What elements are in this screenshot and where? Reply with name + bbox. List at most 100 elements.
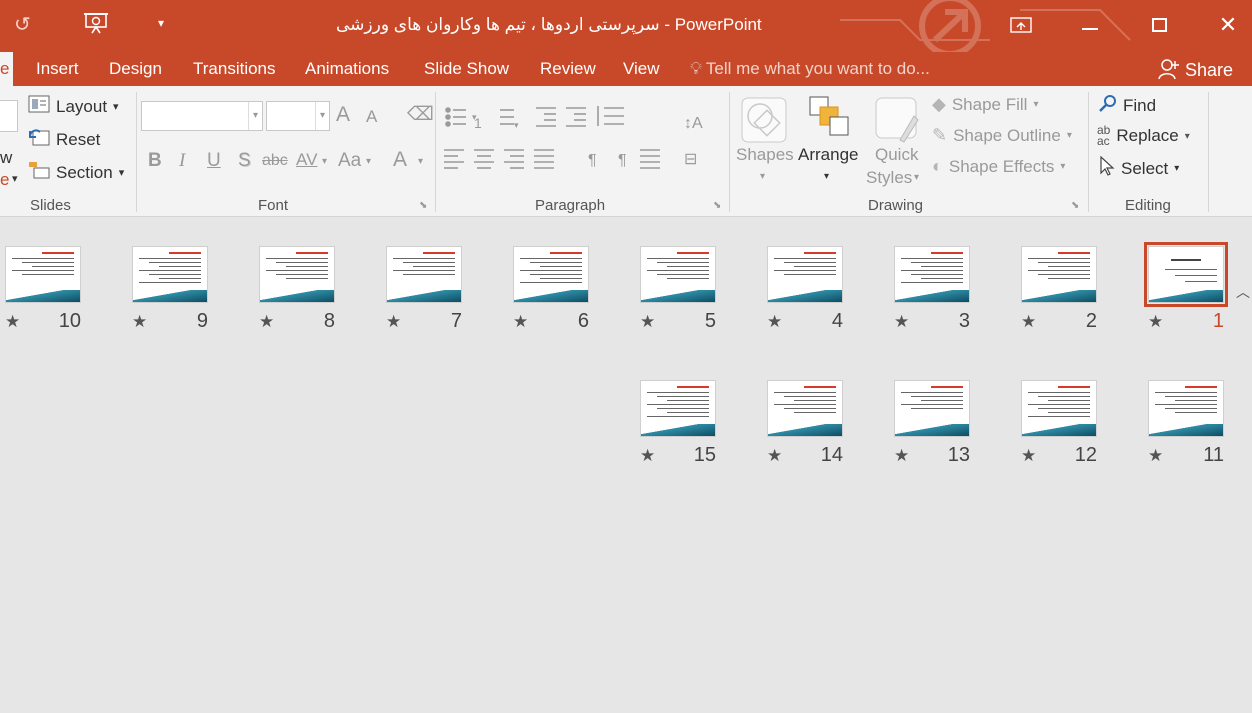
replace-button[interactable]: ab ac Replace ▾ [1097, 124, 1190, 147]
presentation-icon[interactable] [84, 12, 108, 40]
transition-star-icon[interactable]: ★ [640, 312, 655, 332]
select-button[interactable]: Select ▾ [1099, 155, 1179, 181]
slide-number: 5 [704, 310, 716, 332]
underline-button[interactable]: U [207, 150, 221, 172]
chevron-down-icon[interactable]: ▾ [248, 102, 262, 130]
lightbulb-icon: 💡︎ [690, 59, 702, 78]
section-button[interactable]: Section ▾ [28, 161, 124, 184]
arrange-button[interactable]: Arrange [798, 145, 858, 165]
font-color-button[interactable]: A [393, 148, 407, 172]
change-case-button[interactable]: Aa [338, 150, 361, 172]
close-button[interactable]: ✕ [1205, 8, 1251, 42]
chevron-down-icon[interactable]: ▾ [315, 102, 329, 130]
group-divider [1208, 92, 1209, 212]
slide-thumbnail[interactable] [1021, 380, 1097, 437]
slide-thumbnail[interactable] [1021, 246, 1097, 303]
slide-text-line [393, 270, 455, 271]
slide-thumbnail[interactable] [513, 246, 589, 303]
share-button[interactable]: Share [1158, 58, 1233, 81]
character-spacing-button[interactable]: AV [296, 150, 317, 170]
share-label: Share [1185, 60, 1234, 80]
ribbon-display-options-button[interactable] [998, 8, 1044, 42]
slide-thumbnail[interactable] [767, 380, 843, 437]
shape-outline-button[interactable]: ✎ Shape Outline ▾ [932, 125, 1072, 146]
shapes-button[interactable]: Shapes [736, 145, 794, 165]
transition-star-icon[interactable]: ★ [894, 446, 909, 466]
transition-star-icon[interactable]: ★ [1148, 446, 1163, 466]
tab-insert[interactable]: Insert [36, 59, 79, 79]
minimize-button[interactable] [1067, 8, 1113, 42]
font-name-box[interactable]: ▾ [141, 101, 263, 131]
shape-fill-button[interactable]: ◆ Shape Fill ▾ [932, 94, 1038, 115]
slide-thumbnail[interactable] [894, 246, 970, 303]
transition-star-icon[interactable]: ★ [132, 312, 147, 332]
dialog-launcher-icon[interactable]: ⬊ [419, 200, 427, 211]
tab-design[interactable]: Design [109, 59, 162, 79]
slide-text-line [784, 274, 836, 275]
strikethrough-button[interactable]: abc [262, 152, 288, 170]
slide-thumbnail[interactable] [894, 380, 970, 437]
slide-number: 3 [958, 310, 970, 332]
transition-star-icon[interactable]: ★ [1148, 312, 1163, 332]
transition-star-icon[interactable]: ★ [767, 312, 782, 332]
slide-thumbnail[interactable] [640, 380, 716, 437]
tab-view[interactable]: View [623, 59, 660, 79]
grow-font-button[interactable]: A [336, 103, 350, 127]
tab-home[interactable]: e [0, 52, 14, 86]
customize-toolbar-icon[interactable]: ▾ [158, 16, 164, 30]
transition-star-icon[interactable]: ★ [640, 446, 655, 466]
quick-styles-label-2[interactable]: Styles [866, 168, 912, 188]
layout-button[interactable]: Layout ▾ [28, 95, 119, 118]
transition-star-icon[interactable]: ★ [513, 312, 528, 332]
transition-star-icon[interactable]: ★ [767, 446, 782, 466]
tab-transitions[interactable]: Transitions [193, 59, 276, 79]
editing-group-label: Editing [1125, 197, 1171, 214]
tab-animations[interactable]: Animations [305, 59, 389, 79]
person-icon [1158, 59, 1185, 80]
dialog-launcher-icon[interactable]: ⬊ [1071, 200, 1079, 211]
italic-button[interactable]: I [179, 150, 185, 172]
transition-star-icon[interactable]: ★ [894, 312, 909, 332]
slide-thumbnail[interactable] [640, 246, 716, 303]
slide-text-line [774, 392, 836, 393]
slide-thumbnail[interactable] [1144, 242, 1228, 307]
quick-styles-label-1[interactable]: Quick [875, 145, 918, 165]
slide-band [260, 290, 334, 302]
find-button[interactable]: Find [1099, 94, 1156, 117]
chevron-down-icon: ▾ [118, 167, 125, 179]
slide-thumbnail[interactable] [386, 246, 462, 303]
slide-heading-line [1058, 252, 1090, 254]
transition-star-icon[interactable]: ★ [386, 312, 401, 332]
chevron-down-icon: ▾ [1033, 99, 1039, 110]
transition-star-icon[interactable]: ★ [1021, 446, 1036, 466]
slide-thumbnail[interactable] [132, 246, 208, 303]
slide-thumbnail[interactable] [1148, 380, 1224, 437]
slide-thumbnail[interactable] [5, 246, 81, 303]
undo-icon[interactable]: ↺ [14, 12, 31, 37]
shrink-font-button[interactable]: A [366, 107, 377, 127]
transition-star-icon[interactable]: ★ [259, 312, 274, 332]
shadow-button[interactable]: S [238, 150, 251, 172]
new-slide-dropdown-label[interactable]: e [0, 170, 9, 190]
clear-formatting-icon[interactable]: ⌫ [407, 103, 434, 126]
transition-star-icon[interactable]: ★ [1021, 312, 1036, 332]
tab-slide-show[interactable]: Slide Show [424, 59, 509, 79]
new-slide-partial-label[interactable]: w [0, 148, 12, 168]
svg-text:▾: ▾ [514, 120, 519, 130]
slide-text-line [667, 400, 709, 401]
slide-thumbnail[interactable] [259, 246, 335, 303]
maximize-button[interactable] [1136, 8, 1182, 42]
dialog-launcher-icon[interactable]: ⬊ [713, 200, 721, 211]
find-label: Find [1123, 95, 1157, 115]
slide-thumbnail[interactable] [767, 246, 843, 303]
bold-button[interactable]: B [148, 150, 162, 172]
font-size-box[interactable]: ▾ [266, 101, 330, 131]
slide-heading-line [1171, 259, 1201, 261]
transition-star-icon[interactable]: ★ [5, 312, 20, 332]
tell-me-search[interactable]: 💡︎ Tell me what you want to do... [690, 59, 930, 79]
shape-effects-button[interactable]: ◐ Shape Effects ▾ [932, 156, 1065, 177]
reset-button[interactable]: Reset [28, 128, 100, 151]
tab-review[interactable]: Review [540, 59, 596, 79]
group-divider [136, 92, 137, 212]
new-slide-icon[interactable] [0, 100, 18, 132]
